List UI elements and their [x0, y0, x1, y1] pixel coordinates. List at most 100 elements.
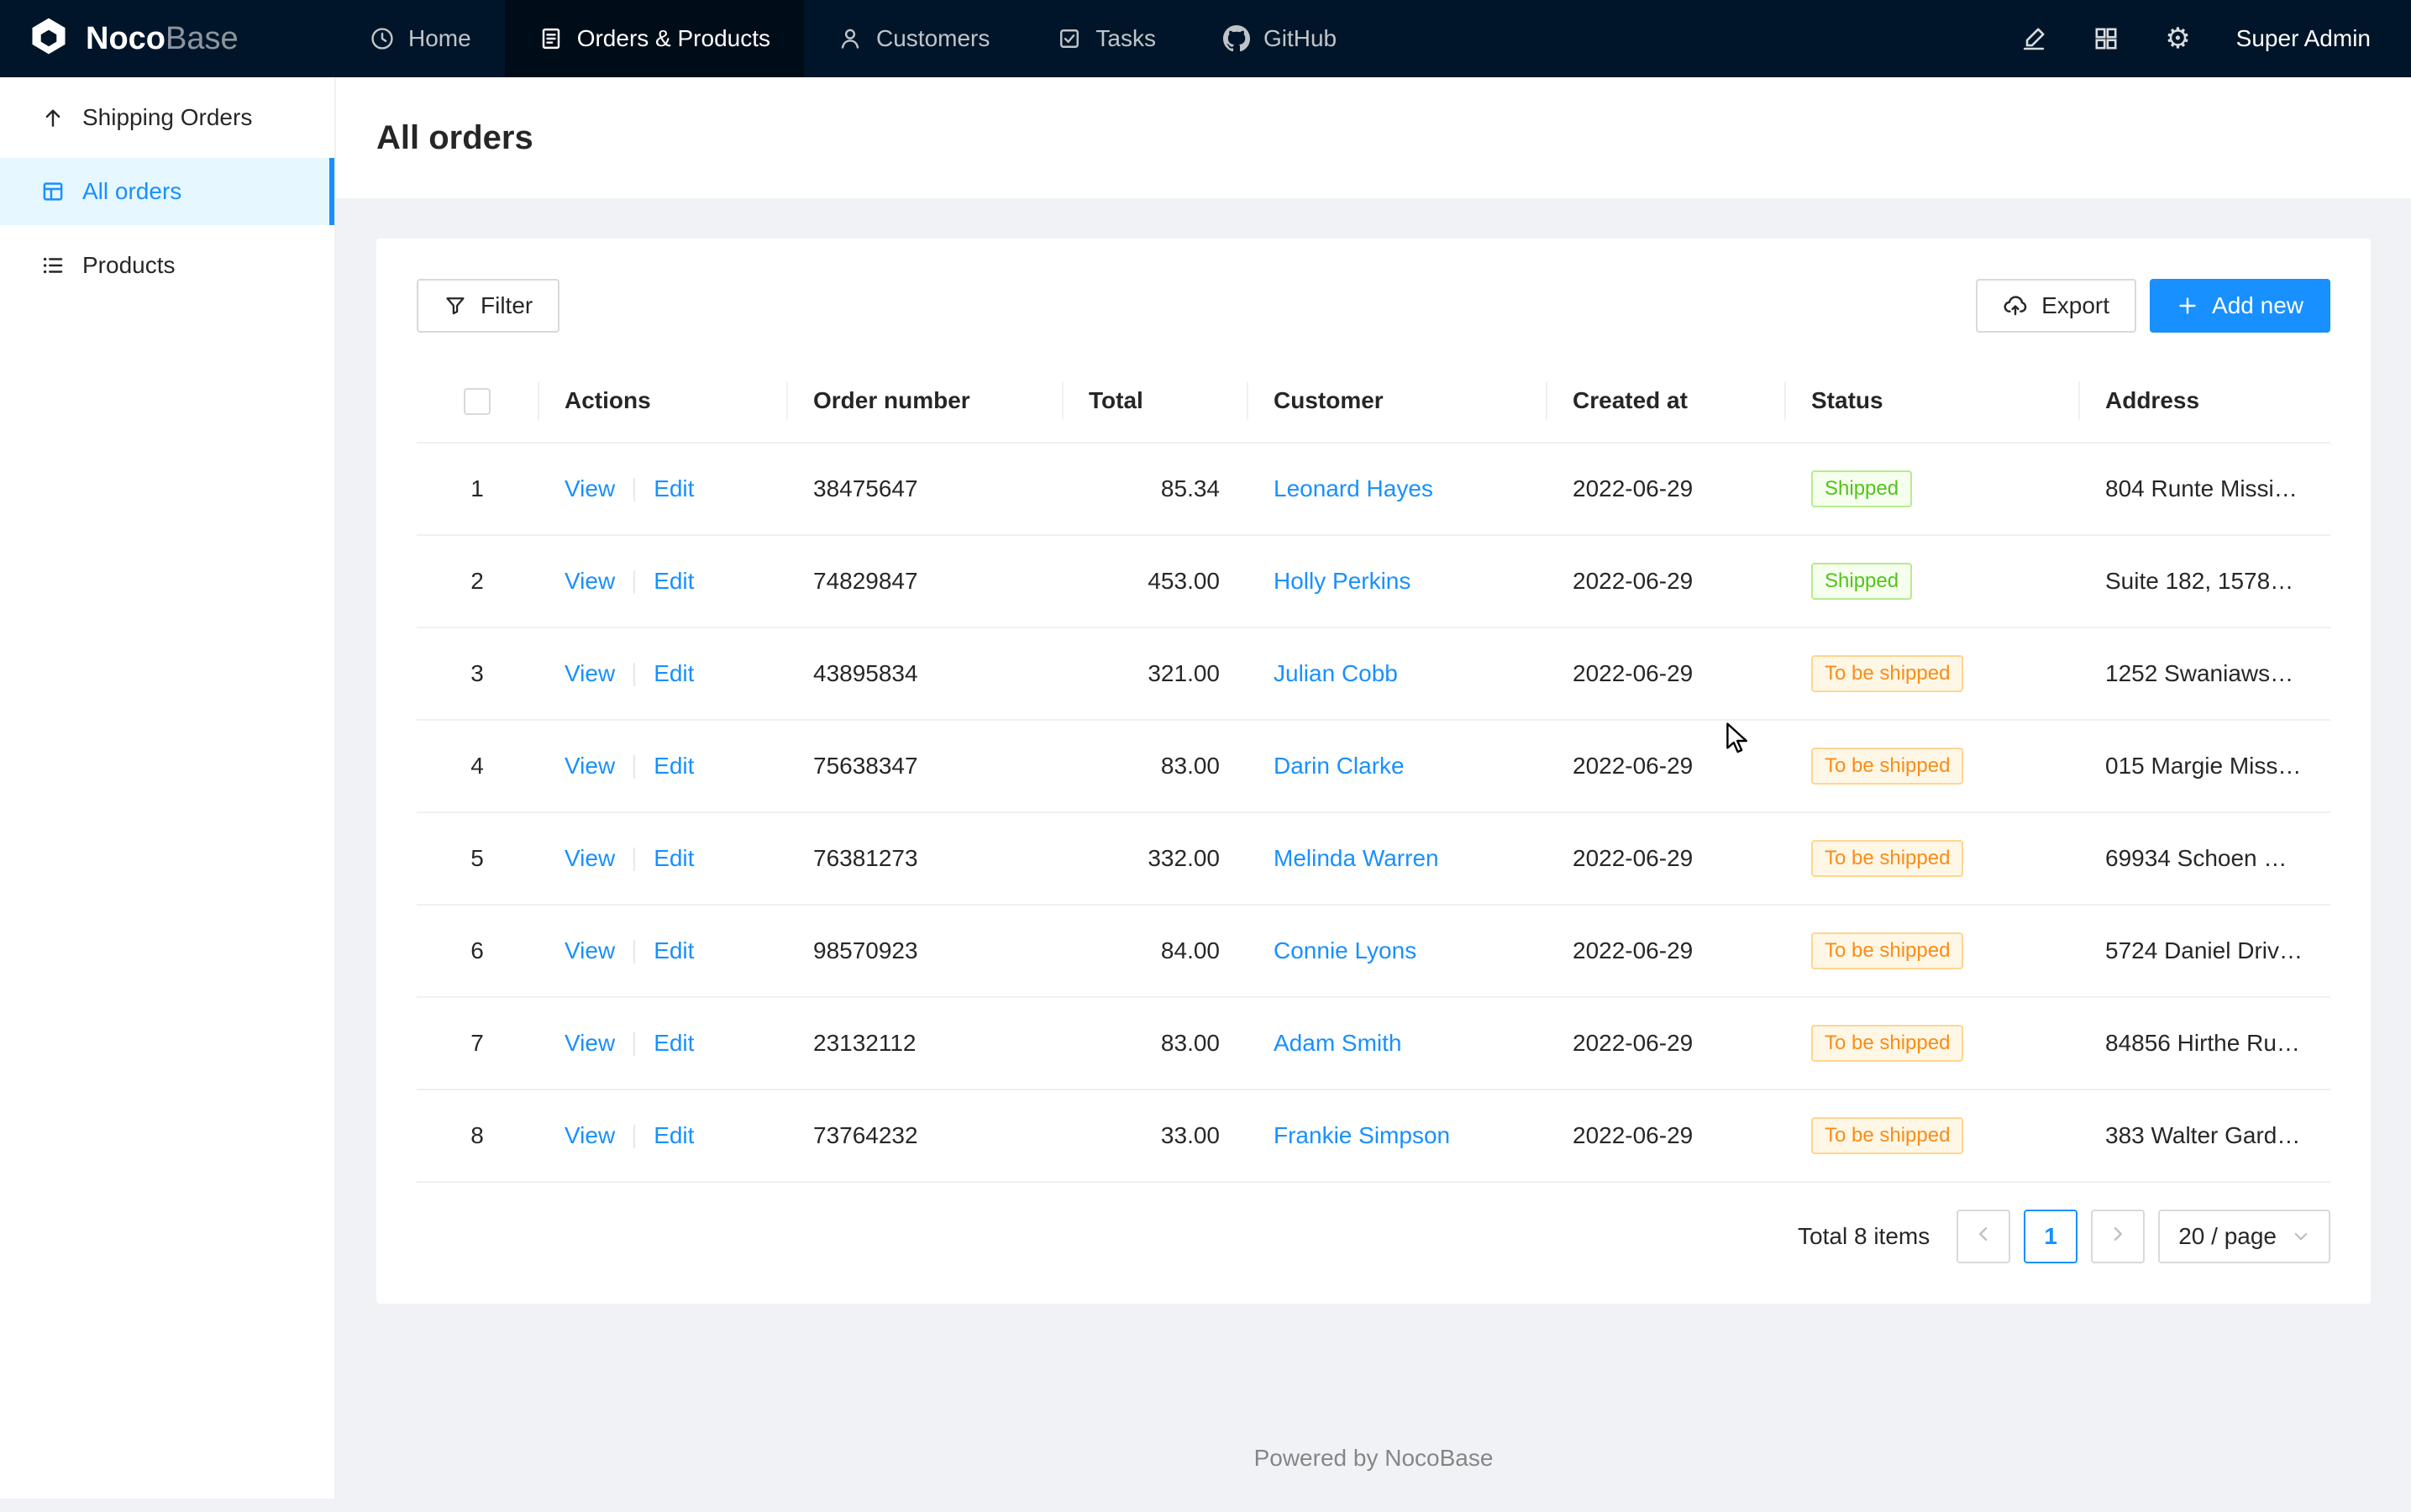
column-header-customer: Customer — [1247, 360, 1546, 443]
user-menu[interactable]: Super Admin — [2236, 25, 2371, 52]
created-at-cell: 2022-06-29 — [1546, 812, 1784, 905]
plugin-blocks-icon[interactable] — [2093, 25, 2119, 52]
nav-item-label: Orders & Products — [577, 25, 770, 52]
action-divider — [633, 663, 635, 686]
order-number-cell: 98570923 — [786, 905, 1062, 997]
page-number-button[interactable]: 1 — [2024, 1210, 2077, 1263]
action-divider — [633, 940, 635, 963]
orders-table: ActionsOrder numberTotalCustomerCreated … — [417, 360, 2330, 1183]
arrow-up-icon — [40, 105, 66, 130]
view-link[interactable]: View — [565, 475, 615, 501]
created-at-cell: 2022-06-29 — [1546, 443, 1784, 535]
edit-link[interactable]: Edit — [654, 475, 694, 501]
customer-link[interactable]: Melinda Warren — [1274, 845, 1439, 871]
customer-link[interactable]: Frankie Simpson — [1274, 1122, 1450, 1148]
sidebar-item-shipping-orders[interactable]: Shipping Orders — [0, 84, 334, 151]
row-index: 8 — [470, 1122, 484, 1148]
address-cell: 383 Walter Gardens, Suite 040, 24947, Be… — [2078, 1089, 2330, 1182]
row-index: 6 — [470, 937, 484, 963]
edit-link[interactable]: Edit — [654, 937, 694, 963]
layout: Shipping Orders All orders Products All or… — [0, 77, 2411, 1499]
total-cell: 83.00 — [1062, 720, 1247, 812]
prev-page-button[interactable] — [1957, 1210, 2010, 1263]
page-title: All orders — [376, 114, 2371, 161]
view-link[interactable]: View — [565, 660, 615, 686]
brand-noco: Noco — [86, 21, 165, 56]
nav-item-label: GitHub — [1263, 25, 1337, 52]
top-nav: Home Orders & Products Customers Tasks GitHu… — [336, 0, 2020, 77]
page-size-select[interactable]: 20 / page — [2158, 1210, 2330, 1263]
add-new-button[interactable]: Add new — [2150, 279, 2330, 333]
view-link[interactable]: View — [565, 845, 615, 871]
nav-item-orders-products[interactable]: Orders & Products — [505, 0, 804, 77]
nav-item-label: Customers — [876, 25, 990, 52]
customer-link[interactable]: Leonard Hayes — [1274, 475, 1433, 501]
status-badge: To be shipped — [1811, 840, 1963, 877]
footer-text: Powered by NocoBase — [376, 1445, 2371, 1472]
settings-gear-icon[interactable]: ⚙ — [2165, 24, 2190, 53]
list-icon — [40, 253, 66, 278]
created-at-cell: 2022-06-29 — [1546, 720, 1784, 812]
next-page-button[interactable] — [2091, 1210, 2145, 1263]
table-row: 7ViewEdit2313211283.00Adam Smith2022-06-… — [417, 997, 2330, 1089]
customer-link[interactable]: Connie Lyons — [1274, 937, 1416, 963]
total-cell: 33.00 — [1062, 1089, 1247, 1182]
pagination-total: Total 8 items — [1798, 1223, 1930, 1250]
export-icon — [2003, 293, 2028, 318]
edit-link[interactable]: Edit — [654, 660, 694, 686]
row-index: 3 — [470, 660, 484, 686]
order-number-cell: 76381273 — [786, 812, 1062, 905]
customer-link[interactable]: Darin Clarke — [1274, 753, 1405, 779]
sidebar-item-all-orders[interactable]: All orders — [0, 158, 334, 225]
view-link[interactable]: View — [565, 568, 615, 594]
nav-item-github[interactable]: GitHub — [1190, 0, 1370, 77]
status-badge: To be shipped — [1811, 655, 1963, 692]
sidebar-menu: Shipping Orders All orders Products — [0, 84, 334, 299]
action-divider — [633, 1032, 635, 1056]
edit-link[interactable]: Edit — [654, 1122, 694, 1148]
row-index: 5 — [470, 845, 484, 871]
customer-link[interactable]: Julian Cobb — [1274, 660, 1398, 686]
table-row: 3ViewEdit43895834321.00Julian Cobb2022-0… — [417, 627, 2330, 720]
total-cell: 321.00 — [1062, 627, 1247, 720]
created-at-cell: 2022-06-29 — [1546, 997, 1784, 1089]
edit-link[interactable]: Edit — [654, 568, 694, 594]
nav-item-customers[interactable]: Customers — [804, 0, 1023, 77]
select-all-checkbox[interactable] — [464, 388, 491, 415]
edit-link[interactable]: Edit — [654, 845, 694, 871]
export-button-label: Export — [2041, 292, 2109, 319]
customer-link[interactable]: Holly Perkins — [1274, 568, 1410, 594]
filter-button[interactable]: Filter — [417, 279, 559, 333]
customer-link[interactable]: Adam Smith — [1274, 1030, 1402, 1056]
table-row: 8ViewEdit7376423233.00Frankie Simpson202… — [417, 1089, 2330, 1182]
filter-icon — [444, 294, 467, 318]
table-row: 5 View Edit 76381273332.00 Melinda Warren 202… — [417, 812, 2330, 905]
total-cell: 83.00 — [1062, 997, 1247, 1089]
view-link[interactable]: View — [565, 753, 615, 779]
view-link[interactable]: View — [565, 1030, 615, 1056]
edit-link[interactable]: Edit — [654, 1030, 694, 1056]
page-header: All orders — [336, 77, 2411, 198]
view-link[interactable]: View — [565, 937, 615, 963]
nav-item-tasks[interactable]: Tasks — [1023, 0, 1190, 77]
edit-link[interactable]: Edit — [654, 753, 694, 779]
orders-card: Filter Export — [376, 239, 2371, 1304]
table-row: 4ViewEdit7563834783.00Darin Clarke2022-0… — [417, 720, 2330, 812]
row-index: 1 — [470, 475, 484, 501]
nav-item-label: Tasks — [1095, 25, 1156, 52]
address-cell: Suite 182, 15783, North Robert, Oregon, … — [2078, 535, 2330, 627]
view-link[interactable]: View — [565, 1122, 615, 1148]
column-header-address: Address — [2078, 360, 2330, 443]
customers-icon — [838, 26, 863, 51]
total-cell: 332.00 — [1062, 812, 1247, 905]
ui-editor-highlighter-icon[interactable] — [2020, 25, 2047, 52]
sidebar-item-products[interactable]: Products — [0, 232, 334, 299]
table-row: 6ViewEdit9857092384.00Connie Lyons2022-0… — [417, 905, 2330, 997]
nocobase-logo[interactable]: NocoBase — [0, 0, 336, 77]
export-button[interactable]: Export — [1976, 279, 2136, 333]
nav-item-home[interactable]: Home — [336, 0, 505, 77]
column-header-order-number: Order number — [786, 360, 1062, 443]
nocobase-logo-icon — [27, 14, 71, 64]
app: NocoBase Home Orders & Products Customers T… — [0, 0, 2411, 1499]
column-header-actions: Actions — [538, 360, 786, 443]
